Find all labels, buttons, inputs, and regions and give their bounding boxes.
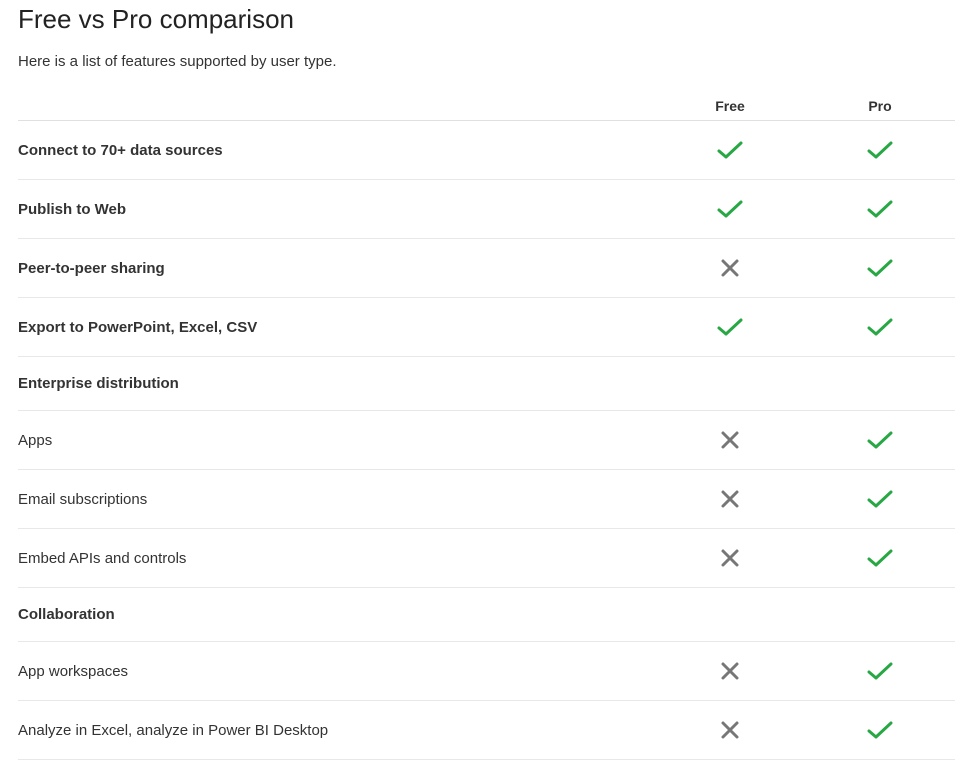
feature-label: Email subscriptions (18, 470, 655, 529)
free-cell (655, 470, 805, 529)
feature-label: Export to PowerPoint, Excel, CSV (18, 298, 655, 357)
feature-label: Connect to 70+ data sources (18, 121, 655, 180)
check-icon (866, 660, 894, 682)
table-row: Peer-to-peer sharing (18, 239, 955, 298)
x-icon (716, 547, 744, 569)
table-row: App workspaces (18, 642, 955, 701)
free-cell (655, 642, 805, 701)
pro-cell (805, 701, 955, 760)
free-cell (655, 411, 805, 470)
section-header: Enterprise distribution (18, 357, 955, 411)
x-icon (716, 488, 744, 510)
pro-cell (805, 121, 955, 180)
free-cell (655, 180, 805, 239)
table-row: Apps (18, 411, 955, 470)
x-icon (716, 429, 744, 451)
table-row: Publish to Web (18, 180, 955, 239)
table-row: Collaboration (18, 588, 955, 642)
check-icon (716, 198, 744, 220)
feature-label: Analyze in Excel, analyze in Power BI De… (18, 701, 655, 760)
feature-label: Apps (18, 411, 655, 470)
page-subtitle: Here is a list of features supported by … (18, 53, 955, 70)
pro-cell (805, 298, 955, 357)
free-cell (655, 298, 805, 357)
table-row: Embed APIs and controls (18, 529, 955, 588)
column-header-pro: Pro (805, 90, 955, 121)
column-header-feature (18, 90, 655, 121)
pro-cell (805, 642, 955, 701)
table-row: Email subscriptions (18, 470, 955, 529)
feature-label: Embed APIs and controls (18, 529, 655, 588)
pro-cell (805, 470, 955, 529)
feature-label: Publish to Web (18, 180, 655, 239)
free-cell (655, 121, 805, 180)
check-icon (866, 198, 894, 220)
table-row: Enterprise distribution (18, 357, 955, 411)
x-icon (716, 660, 744, 682)
pro-cell (805, 239, 955, 298)
x-icon (716, 257, 744, 279)
check-icon (866, 316, 894, 338)
pro-cell (805, 180, 955, 239)
check-icon (866, 139, 894, 161)
check-icon (716, 139, 744, 161)
free-cell (655, 529, 805, 588)
table-row: Export to PowerPoint, Excel, CSV (18, 298, 955, 357)
x-icon (716, 719, 744, 741)
free-cell (655, 701, 805, 760)
table-row: Analyze in Excel, analyze in Power BI De… (18, 701, 955, 760)
feature-label: App workspaces (18, 642, 655, 701)
pro-cell (805, 411, 955, 470)
pro-cell (805, 529, 955, 588)
table-row: Connect to 70+ data sources (18, 121, 955, 180)
check-icon (866, 257, 894, 279)
check-icon (866, 488, 894, 510)
check-icon (716, 316, 744, 338)
comparison-table: Free Pro Connect to 70+ data sourcesPubl… (18, 90, 955, 760)
check-icon (866, 547, 894, 569)
free-cell (655, 239, 805, 298)
column-header-free: Free (655, 90, 805, 121)
page-title: Free vs Pro comparison (18, 4, 955, 35)
check-icon (866, 429, 894, 451)
check-icon (866, 719, 894, 741)
feature-label: Peer-to-peer sharing (18, 239, 655, 298)
section-header: Collaboration (18, 588, 955, 642)
